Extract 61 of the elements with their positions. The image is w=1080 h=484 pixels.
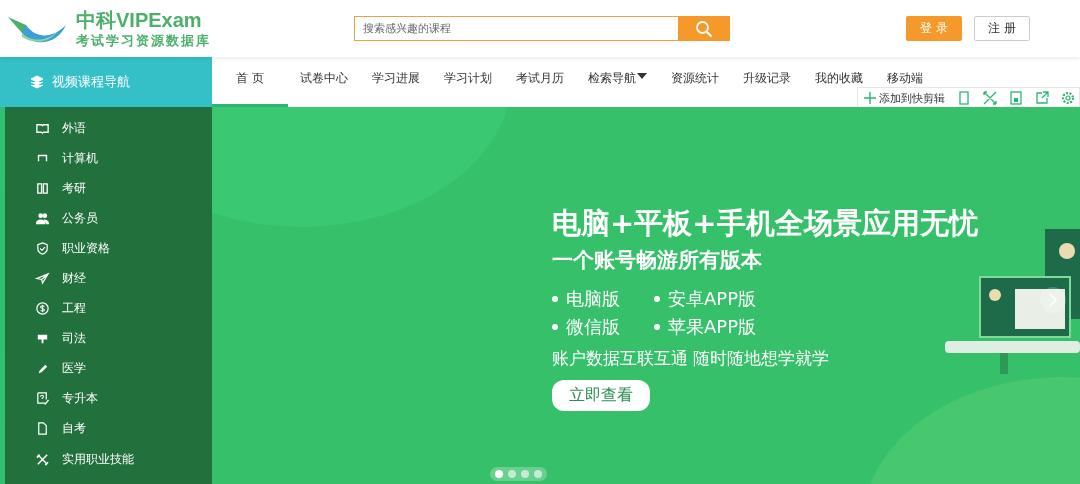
banner-headline: 电脑+平板+手机全场景应用无忧 — [552, 205, 978, 242]
sidebar-item[interactable]: 专升本 — [5, 383, 212, 414]
dollar-icon — [35, 301, 50, 317]
version-item: 电脑版 — [566, 287, 620, 311]
nav-tab[interactable]: 资源统计 — [658, 57, 731, 87]
tablet-icon[interactable] — [957, 91, 971, 105]
version-item: 微信版 — [566, 315, 620, 339]
sidebar-item[interactable]: 自考 — [5, 413, 212, 445]
next-slide-button[interactable] — [1040, 287, 1066, 313]
bullet-icon — [552, 296, 558, 302]
save-icon[interactable] — [1009, 91, 1023, 105]
bullet-icon — [654, 324, 660, 330]
sidebar-item[interactable]: 医学 — [5, 353, 212, 384]
sidebar-item[interactable]: 工程 — [5, 293, 212, 324]
sidebar-item[interactable]: 考研 — [5, 173, 212, 204]
settings-icon[interactable] — [1061, 91, 1075, 105]
nav-tab[interactable]: 考试月历 — [503, 57, 576, 87]
banner-subheadline: 一个账号畅游所有版本 — [552, 247, 763, 274]
columns-icon — [35, 180, 50, 196]
nav-tab[interactable]: 移动端 — [874, 57, 935, 87]
plus-icon — [864, 92, 876, 104]
tools-icon — [35, 451, 50, 467]
sidebar-item[interactable]: 司法 — [5, 323, 212, 354]
nav-tab[interactable]: 学习计划 — [431, 57, 504, 87]
banner-tagline: 账户数据互联互通 随时随地想学就学 — [552, 347, 831, 370]
carousel-dot[interactable] — [495, 470, 503, 478]
question-icon — [35, 391, 50, 407]
nav-tab[interactable]: 学习进展 — [359, 57, 432, 87]
sidebar-item[interactable]: 公务员 — [5, 203, 212, 234]
expand-icon[interactable] — [983, 91, 997, 105]
sidebar-item[interactable]: 计算机 — [5, 143, 212, 174]
carousel-dot[interactable] — [534, 470, 542, 478]
nav-tab[interactable]: 升级记录 — [730, 57, 803, 87]
people-icon — [35, 210, 50, 226]
register-button[interactable]: 注 册 — [974, 16, 1030, 41]
shield-icon — [35, 240, 50, 256]
sidebar-item[interactable]: 财经 — [5, 263, 212, 294]
version-item: 安卓APP版 — [668, 287, 757, 311]
version-item: 苹果APP版 — [668, 315, 757, 339]
file-icon — [35, 421, 50, 437]
share-icon[interactable] — [1035, 91, 1049, 105]
search-icon — [695, 19, 713, 38]
search-button[interactable] — [678, 16, 730, 41]
layers-icon — [30, 75, 44, 89]
logo-subtitle: 考试学习资源数据库 — [76, 31, 211, 50]
nav-tab[interactable]: 检索导航 — [575, 57, 659, 87]
logo-title: 中科VIPExam — [76, 7, 203, 32]
nav-tab[interactable]: 我的收藏 — [802, 57, 875, 87]
plane-icon — [35, 271, 50, 286]
carousel-dot[interactable] — [521, 470, 529, 478]
nav-tab[interactable]: 试卷中心 — [287, 57, 360, 87]
bullet-icon — [654, 296, 660, 302]
search-field[interactable]: 搜索感兴趣的课程 — [354, 16, 678, 41]
sidebar-title: 视频课程导航 — [52, 73, 130, 91]
add-to-clip-button[interactable]: 添加到快剪辑 — [864, 90, 945, 106]
sidebar-item[interactable]: 外语 — [5, 113, 212, 144]
view-now-button[interactable]: 立即查看 — [552, 380, 650, 411]
sidebar-item[interactable]: 实用职业技能 — [5, 444, 212, 475]
carousel-dot[interactable] — [508, 470, 516, 478]
sidebar-item[interactable]: 职业资格 — [5, 233, 212, 264]
bullet-icon — [552, 324, 558, 330]
